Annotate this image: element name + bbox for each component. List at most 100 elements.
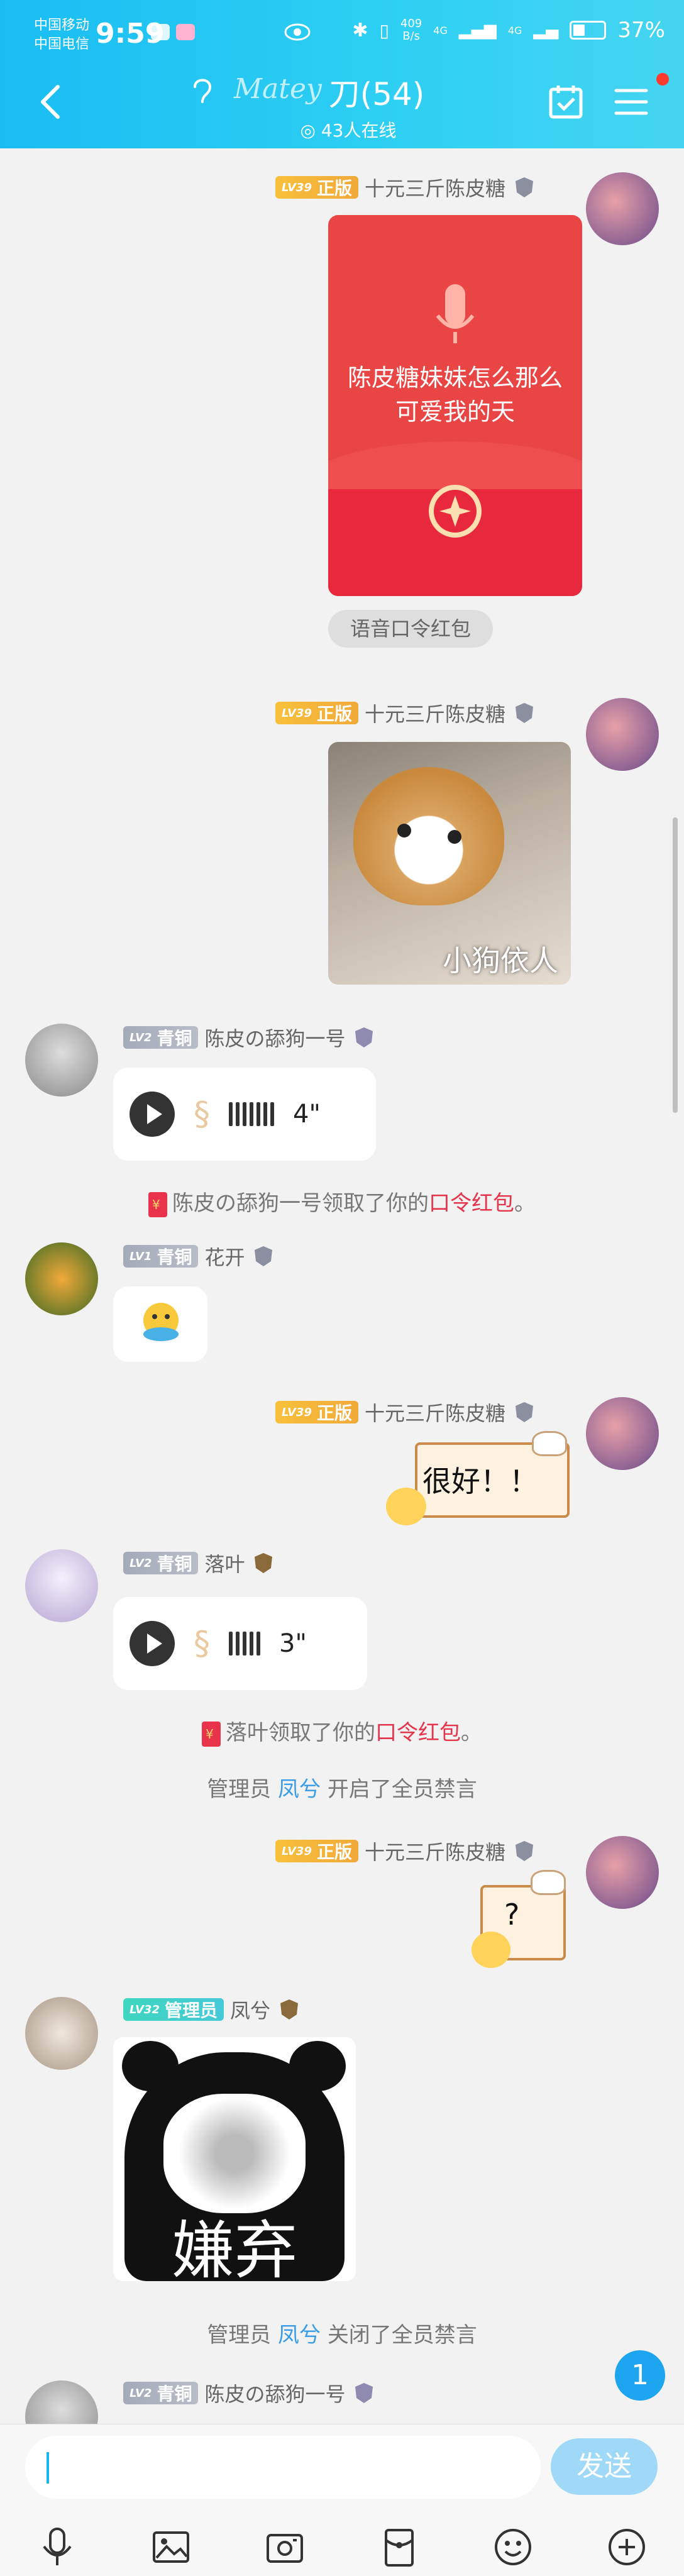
sticker-text: ? <box>504 1898 520 1932</box>
level-badge: LV32 管理员 <box>123 1998 224 2021</box>
level-badge: LV2 青铜 <box>123 1026 199 1049</box>
sender-name: 陈皮の舔狗一号 <box>204 2382 346 2406</box>
app-icon <box>176 24 195 40</box>
send-button[interactable]: 发送 <box>551 2438 658 2495</box>
meme-sticker[interactable]: 嫌弃 <box>113 2037 356 2281</box>
waveform <box>229 1102 274 1126</box>
sender-name: 十元三斤陈皮糖 <box>365 702 506 726</box>
level-badge: LV39 正版 <box>275 702 358 724</box>
admin-link[interactable]: 凤兮 <box>278 2323 321 2348</box>
status-right: ✱ ▯ 409 B/s 4G ▂▄▆ 4G ▂▄ 37% <box>352 18 665 43</box>
sticker-caption: 小狗依人 <box>443 944 558 978</box>
level-badge: LV39 正版 <box>275 1401 358 1423</box>
scrollbar[interactable] <box>673 817 678 1113</box>
shield-icon <box>516 1402 534 1422</box>
voice-red-packet[interactable]: 陈皮糖妹妹怎么那么可爱我的天 <box>328 215 582 596</box>
voice-decoration-icon: § <box>194 1625 210 1662</box>
notification-dot <box>656 73 669 86</box>
shield-icon <box>516 1841 534 1861</box>
message-input[interactable] <box>25 2436 541 2499</box>
avatar[interactable] <box>586 1836 659 1909</box>
system-notice: 陈皮の舔狗一号领取了你的口令红包。 <box>0 1186 684 1217</box>
carrier-1: 中国移动 <box>34 18 90 33</box>
packet-type-tag: 语音口令红包 <box>328 610 493 648</box>
level-badge: LV2 青铜 <box>123 1552 199 1574</box>
sign-sticker[interactable]: 很好！！ <box>383 1427 578 1528</box>
red-packet-icon <box>202 1721 221 1747</box>
image-icon[interactable] <box>149 2525 193 2569</box>
shield-icon <box>355 2383 373 2403</box>
notification-icons <box>151 24 195 40</box>
admin-link[interactable]: 凤兮 <box>278 1777 321 1802</box>
avatar[interactable] <box>586 1397 659 1470</box>
red-packet-icon[interactable] <box>377 2525 421 2569</box>
microphone-icon <box>436 284 475 343</box>
network-type-1: 4G <box>433 24 448 36</box>
net-speed: 409 B/s <box>400 17 422 43</box>
voice-message[interactable]: § 4" <box>113 1068 376 1161</box>
sender-line: LV39 正版 十元三斤陈皮糖 <box>275 700 537 726</box>
sender-name: 花开 <box>204 1246 245 1269</box>
system-notice: 管理员 凤兮 关闭了全员禁言 <box>207 2323 477 2348</box>
chick-icon <box>472 1932 510 1968</box>
question-sticker[interactable]: ? <box>465 1866 578 1973</box>
shield-icon <box>255 1553 273 1573</box>
unread-badge[interactable]: 1 <box>615 2350 665 2401</box>
packet-link[interactable]: 口令红包 <box>375 1720 461 1745</box>
packet-link[interactable]: 口令红包 <box>429 1191 514 1216</box>
bluetooth-icon: ✱ <box>352 19 368 41</box>
carrier-info: 中国移动 中国电信 <box>34 16 89 54</box>
cat-icon <box>532 1431 567 1456</box>
wechat-icon <box>151 24 170 40</box>
play-icon[interactable] <box>130 1621 175 1666</box>
shield-icon <box>516 177 534 197</box>
battery-percent: 37% <box>617 18 665 43</box>
dog-eye-right <box>448 830 461 844</box>
avatar[interactable] <box>586 698 659 771</box>
avatar[interactable] <box>25 1997 98 2070</box>
sender-name: 陈皮の舔狗一号 <box>204 1027 346 1051</box>
play-icon[interactable] <box>130 1092 175 1137</box>
cat-icon <box>531 1870 566 1895</box>
network-type-2: 4G <box>507 24 522 36</box>
sender-name: 十元三斤陈皮糖 <box>365 177 506 201</box>
battery-icon <box>570 21 607 40</box>
camera-icon[interactable] <box>263 2525 307 2569</box>
sender-name: 凤兮 <box>230 1999 271 2023</box>
system-notice: 落叶领取了你的口令红包。 <box>0 1715 684 1747</box>
chick-icon <box>386 1488 426 1525</box>
sticker-text: 很好！！ <box>422 1464 538 1498</box>
red-packet-coin-icon[interactable] <box>427 483 483 539</box>
eye-icon <box>284 23 311 41</box>
face-eating-fish-emoji-icon <box>143 1303 179 1341</box>
voice-message[interactable]: § 3" <box>113 1597 367 1690</box>
avatar[interactable] <box>586 172 659 245</box>
avatar[interactable] <box>25 1242 98 1315</box>
emoji-message[interactable] <box>113 1286 207 1362</box>
voice-duration: 4" <box>293 1100 321 1129</box>
panda-ear-right <box>289 2041 346 2091</box>
avatar[interactable] <box>25 1549 98 1622</box>
input-bar: 发送 <box>0 2424 684 2576</box>
mic-icon[interactable] <box>35 2525 79 2569</box>
dog-sticker[interactable]: 小狗依人 <box>328 742 571 985</box>
sender-line: LV2 青铜 陈皮の舔狗一号 <box>123 2380 377 2406</box>
emoji-icon[interactable] <box>491 2525 535 2569</box>
avatar[interactable] <box>25 1024 98 1097</box>
shield-icon <box>255 1246 273 1266</box>
carrier-2: 中国电信 <box>34 36 90 52</box>
level-badge: LV39 正版 <box>275 1840 358 1862</box>
calendar-check-icon[interactable] <box>547 83 585 121</box>
plus-icon[interactable] <box>605 2525 649 2569</box>
menu-icon[interactable] <box>614 86 649 118</box>
panda-ear-left <box>122 2041 179 2091</box>
shield-icon <box>280 1999 299 2020</box>
waveform <box>229 1632 260 1656</box>
sender-line: LV39 正版 十元三斤陈皮糖 <box>275 1400 537 1425</box>
sender-name: 十元三斤陈皮糖 <box>365 1840 506 1864</box>
red-packet-icon <box>148 1191 167 1217</box>
system-notice: 管理员 凤兮 开启了全员禁言 <box>207 1777 477 1802</box>
dog-face <box>353 767 504 905</box>
toolbar <box>0 2519 684 2575</box>
level-badge: LV1 青铜 <box>123 1245 199 1268</box>
